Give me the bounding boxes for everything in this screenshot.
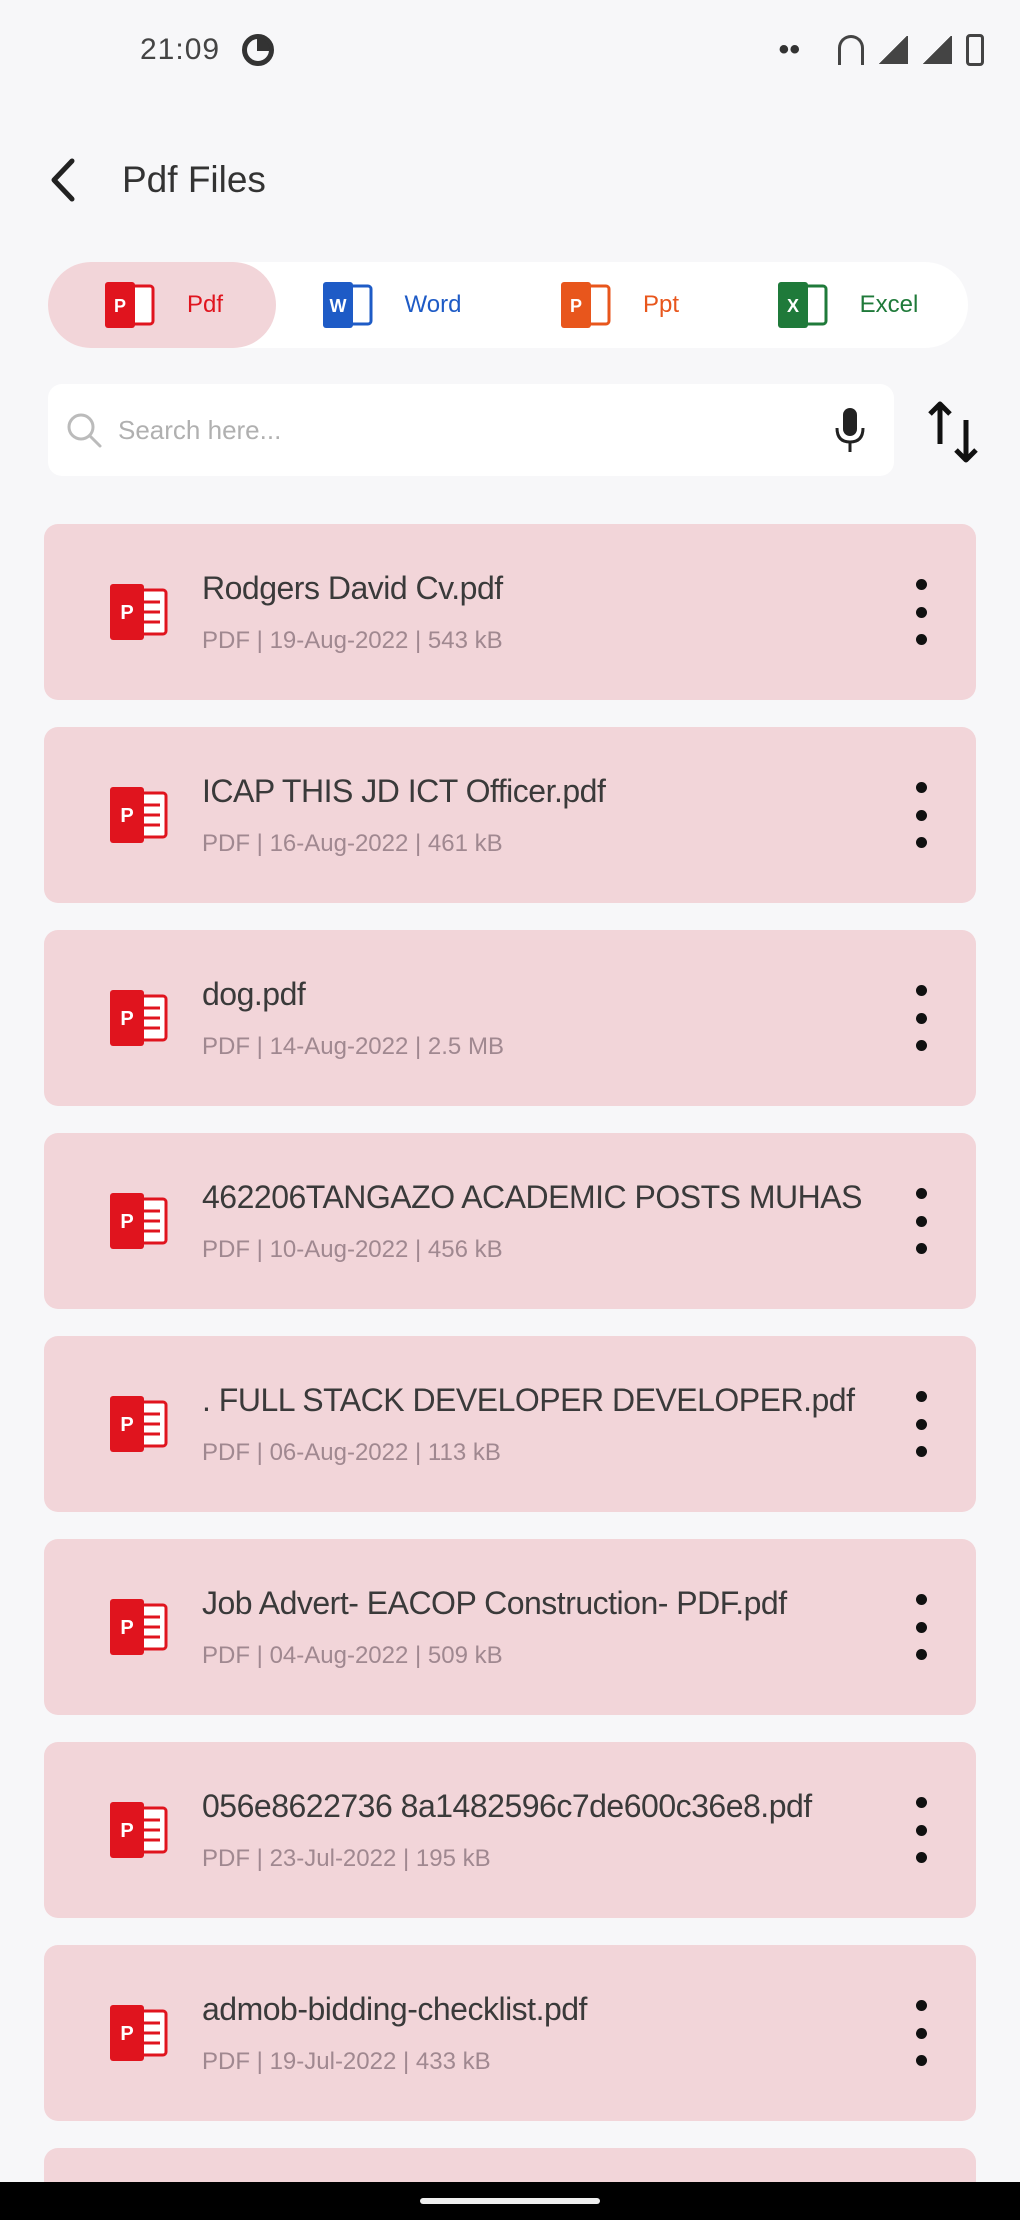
file-list-item[interactable]: P 056e8622736 8a1482596c7de600c36e8.pdf …: [44, 1742, 976, 1918]
file-info: dog.pdf PDF | 14-Aug-2022 | 2.5 MB: [202, 976, 882, 1061]
file-meta: PDF | 10-Aug-2022 | 456 kB: [202, 1235, 503, 1263]
word-icon: W: [322, 282, 373, 328]
tab-label: Ppt: [642, 291, 680, 318]
more-icon: • •: [778, 33, 800, 66]
file-list-item[interactable]: P Rodgers David Cv.pdf PDF | 19-Aug-2022…: [44, 524, 976, 700]
svg-text:P: P: [114, 296, 126, 316]
file-list-item[interactable]: P ICAP THIS JD ICT Officer.pdf PDF | 16-…: [44, 727, 976, 903]
search-icon: [67, 413, 102, 448]
file-type-tabs: P Pdf W Word P Ppt X Excel: [48, 262, 968, 348]
svg-text:P: P: [570, 296, 582, 316]
file-meta: PDF | 06-Aug-2022 | 113 kB: [202, 1438, 501, 1466]
svg-text:P: P: [120, 1414, 133, 1436]
pdf-file-icon: P: [110, 584, 168, 640]
svg-text:P: P: [120, 805, 133, 827]
search-bar: [48, 384, 894, 476]
tab-label: Excel: [859, 291, 919, 318]
search-input[interactable]: [118, 414, 830, 446]
file-list-item[interactable]: P Job Advert- EACOP Construction- PDF.pd…: [44, 1539, 976, 1715]
file-meta: PDF | 23-Jul-2022 | 195 kB: [202, 1844, 491, 1872]
file-name: 056e8622736 8a1482596c7de600c36e8.pdf: [202, 1787, 812, 1824]
ppt-icon: P: [560, 282, 611, 328]
file-name: . FULL STACK DEVELOPER DEVELOPER.pdf: [202, 1381, 855, 1418]
battery-icon: [966, 34, 984, 66]
signal-icon: [878, 36, 908, 64]
page-title: Pdf Files: [122, 159, 266, 200]
file-list-item[interactable]: P . FULL STACK DEVELOPER DEVELOPER.pdf P…: [44, 1336, 976, 1512]
pdf-icon: P: [104, 282, 155, 328]
file-list-item[interactable]: P dog.pdf PDF | 14-Aug-2022 | 2.5 MB: [44, 930, 976, 1106]
pdf-file-icon: P: [110, 787, 168, 843]
file-name: dog.pdf: [202, 975, 306, 1012]
more-options-icon[interactable]: [906, 1594, 936, 1660]
tab-word[interactable]: W Word: [276, 262, 504, 348]
file-meta: PDF | 04-Aug-2022 | 509 kB: [202, 1641, 503, 1669]
arrow-back-icon[interactable]: [40, 157, 86, 203]
pdf-file-icon: P: [110, 1802, 168, 1858]
file-meta: PDF | 19-Aug-2022 | 543 kB: [202, 626, 503, 654]
pdf-file-icon: P: [110, 1193, 168, 1249]
tab-label: Word: [404, 291, 462, 318]
excel-icon: X: [777, 282, 828, 328]
file-info: 462206TANGAZO ACADEMIC POSTS MUHAS PDF |…: [202, 1179, 882, 1264]
svg-text:X: X: [787, 296, 799, 316]
svg-text:P: P: [120, 1008, 133, 1030]
status-bar: 21:09 • •: [0, 0, 1020, 100]
more-options-icon[interactable]: [906, 1188, 936, 1254]
file-list-item[interactable]: P admob-bidding-checklist.pdf PDF | 19-J…: [44, 1945, 976, 2121]
pdf-file-icon: P: [110, 1599, 168, 1655]
file-name: admob-bidding-checklist.pdf: [202, 1990, 587, 2027]
more-options-icon[interactable]: [906, 782, 936, 848]
file-info: . FULL STACK DEVELOPER DEVELOPER.pdf PDF…: [202, 1382, 882, 1467]
svg-text:W: W: [329, 296, 346, 316]
tab-excel[interactable]: X Excel: [732, 262, 960, 348]
status-time: 21:09: [140, 33, 221, 66]
file-meta: PDF | 19-Jul-2022 | 433 kB: [202, 2047, 491, 2075]
file-info: 056e8622736 8a1482596c7de600c36e8.pdf PD…: [202, 1788, 882, 1873]
sort-icon[interactable]: [922, 396, 986, 468]
file-info: Job Advert- EACOP Construction- PDF.pdf …: [202, 1585, 882, 1670]
pdf-file-icon: P: [110, 990, 168, 1046]
more-options-icon[interactable]: [906, 1391, 936, 1457]
app-header: Pdf Files: [40, 140, 266, 220]
more-options-icon[interactable]: [906, 579, 936, 645]
pdf-file-icon: P: [110, 2005, 168, 2061]
mic-icon[interactable]: [830, 404, 870, 456]
home-indicator[interactable]: [420, 2198, 600, 2204]
file-info: Rodgers David Cv.pdf PDF | 19-Aug-2022 |…: [202, 570, 882, 655]
svg-text:P: P: [120, 2023, 133, 2045]
pdf-file-icon: P: [110, 1396, 168, 1452]
file-name: Job Advert- EACOP Construction- PDF.pdf: [202, 1584, 787, 1621]
file-name: Rodgers David Cv.pdf: [202, 569, 503, 606]
navigation-bar: [0, 2182, 1020, 2220]
more-options-icon[interactable]: [906, 985, 936, 1051]
tab-pdf[interactable]: P Pdf: [48, 262, 276, 348]
more-options-icon[interactable]: [906, 1797, 936, 1863]
svg-text:P: P: [120, 1211, 133, 1233]
file-meta: PDF | 14-Aug-2022 | 2.5 MB: [202, 1032, 504, 1060]
svg-text:P: P: [120, 602, 133, 624]
more-options-icon[interactable]: [906, 2000, 936, 2066]
signal-icon: [922, 36, 952, 64]
file-info: admob-bidding-checklist.pdf PDF | 19-Jul…: [202, 1991, 882, 2076]
file-list: P Rodgers David Cv.pdf PDF | 19-Aug-2022…: [44, 524, 976, 2208]
tab-label: Pdf: [186, 291, 224, 318]
file-name: 462206TANGAZO ACADEMIC POSTS MUHAS: [202, 1178, 862, 1215]
file-info: ICAP THIS JD ICT Officer.pdf PDF | 16-Au…: [202, 773, 882, 858]
svg-text:P: P: [120, 1820, 133, 1842]
file-list-item[interactable]: P 462206TANGAZO ACADEMIC POSTS MUHAS PDF…: [44, 1133, 976, 1309]
status-icons: • •: [779, 33, 984, 67]
tab-ppt[interactable]: P Ppt: [504, 262, 732, 348]
file-meta: PDF | 16-Aug-2022 | 461 kB: [202, 829, 503, 857]
wifi-icon: [838, 35, 864, 65]
data-saver-icon: [242, 34, 275, 66]
svg-text:P: P: [120, 1617, 133, 1639]
file-name: ICAP THIS JD ICT Officer.pdf: [202, 772, 606, 809]
